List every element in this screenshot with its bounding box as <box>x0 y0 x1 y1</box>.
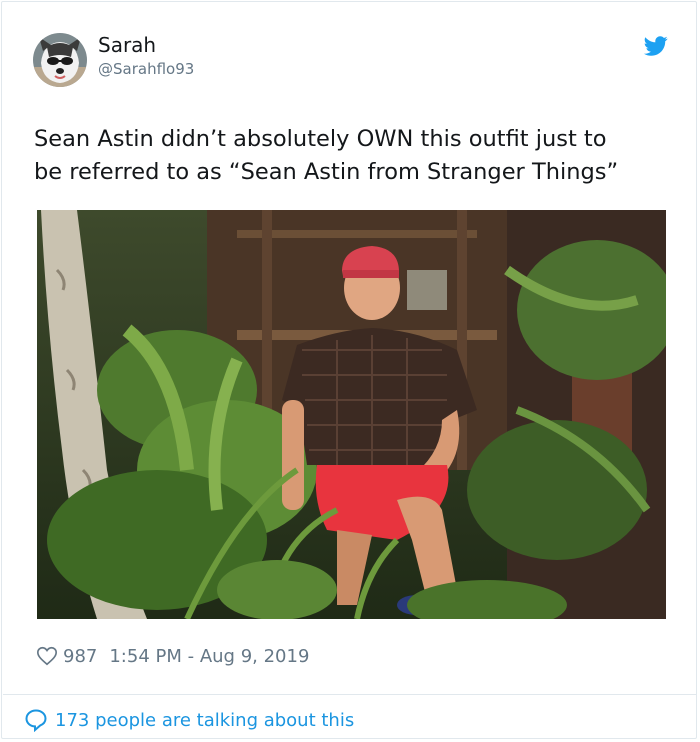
author-name[interactable]: Sarah <box>98 33 156 57</box>
tweet-text-line: Sean Astin didn’t absolutely OWN this ou… <box>34 126 607 152</box>
tweet-text: Sean Astin didn’t absolutely OWN this ou… <box>34 123 674 189</box>
avatar[interactable] <box>33 33 87 87</box>
heart-icon[interactable] <box>36 645 58 667</box>
avatar-dog-image <box>33 33 87 87</box>
tweet-timestamp[interactable]: 1:54 PM - Aug 9, 2019 <box>109 646 309 667</box>
speech-bubble-icon <box>25 709 47 732</box>
conversation-link[interactable]: 173 people are talking about this <box>24 707 354 733</box>
tweet-photo[interactable] <box>37 210 666 619</box>
photo-garden-scene <box>37 210 666 619</box>
conversation-count-label[interactable]: 173 people are talking about this <box>55 710 354 731</box>
tweet-meta: 987 1:54 PM - Aug 9, 2019 <box>36 644 309 668</box>
divider <box>3 694 697 695</box>
twitter-bird-icon[interactable] <box>643 34 669 58</box>
author-handle[interactable]: @Sarahflo93 <box>98 60 194 78</box>
like-count[interactable]: 987 <box>63 646 97 667</box>
tweet-text-line: be referred to as “Sean Astin from Stran… <box>34 159 619 185</box>
tweet-card: Sarah @Sarahflo93 Sean Astin didn’t abso… <box>1 1 697 739</box>
